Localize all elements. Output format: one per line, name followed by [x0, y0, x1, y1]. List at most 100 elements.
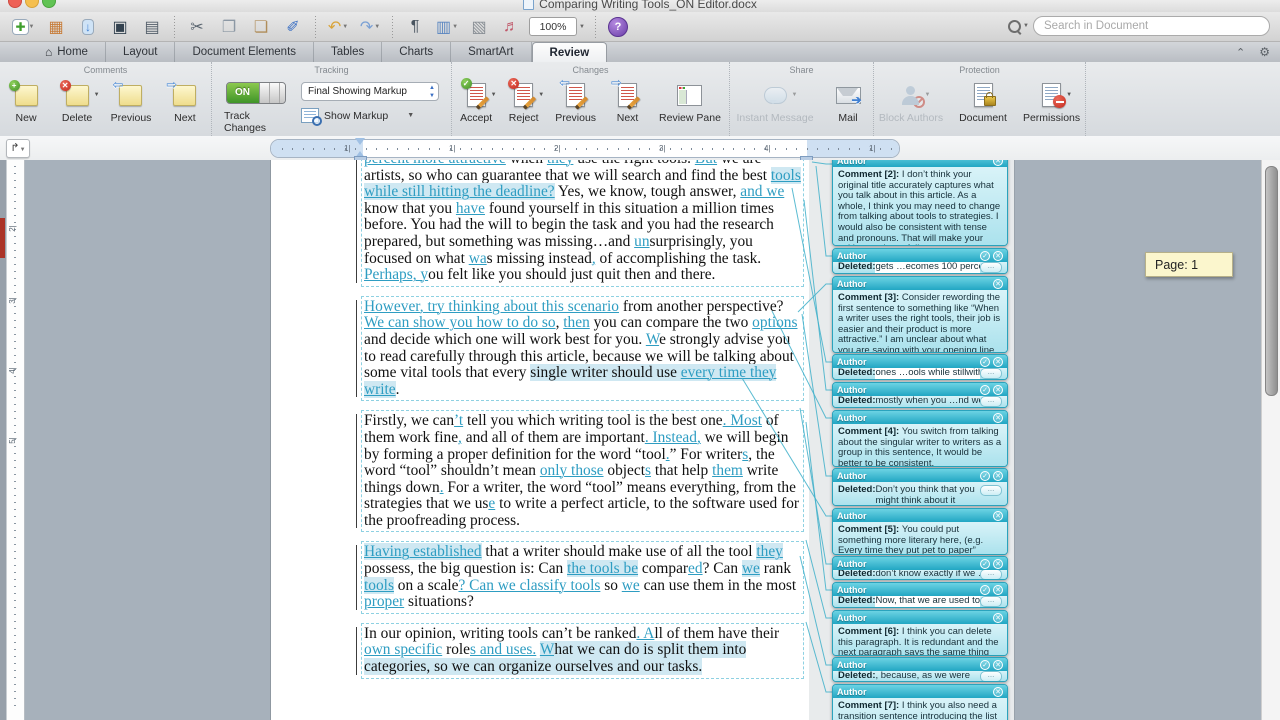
dropdown-arrow-icon[interactable]: ▼ [452, 24, 458, 30]
more-button[interactable]: … [980, 570, 1002, 579]
open-button[interactable]: ↓ [73, 15, 103, 39]
format-painter-button[interactable]: ✐ [278, 15, 308, 39]
envelope-button[interactable]: ▧ [464, 15, 494, 39]
paragraph-5[interactable]: In our opinion, writing tools can’t be r… [356, 622, 804, 679]
paste-button[interactable]: ❏ [246, 15, 276, 39]
show-markup-button[interactable]: Show Markup ▼ [301, 108, 439, 126]
dropdown-arrow-icon[interactable]: ▼ [491, 92, 497, 98]
media-browser-button[interactable]: ♬ [496, 15, 526, 39]
permissions-button[interactable]: ▼ Permissions [1023, 78, 1080, 136]
gallery-button[interactable]: ▦ [41, 15, 71, 39]
search-icon[interactable] [1008, 19, 1022, 33]
tab-smartart[interactable]: SmartArt [451, 42, 532, 62]
redo-button[interactable]: ↷ ▼ [355, 15, 385, 39]
new-button[interactable]: + New [8, 78, 44, 136]
reject-change-button[interactable]: ✕ [993, 659, 1003, 670]
paragraph-3[interactable]: Firstly, we can’t tell you which writing… [356, 410, 804, 533]
reject-change-button[interactable]: ✕ [993, 558, 1003, 569]
accept-change-button[interactable]: ✓ [980, 659, 990, 670]
tab-layout[interactable]: Layout [106, 42, 176, 62]
more-button[interactable]: … [980, 368, 1002, 379]
delete-comment-button[interactable]: ✕ [993, 160, 1003, 166]
track-changes-toggle[interactable]: ON [225, 82, 286, 104]
undo-button[interactable]: ↶ ▼ [323, 15, 353, 39]
next-button[interactable]: ⇨ Next [166, 77, 202, 136]
delete-comment-button[interactable]: ✕ [993, 686, 1003, 697]
vertical-ruler[interactable]: 2| 3| 4| 5| [6, 160, 25, 720]
tab-stop-selector[interactable]: ↱▼ [6, 139, 30, 158]
markup-mode-select[interactable]: Final Showing Markup ▲ ▼ [301, 82, 439, 101]
tab-tables[interactable]: Tables [314, 42, 383, 62]
deleted-change-balloon[interactable]: Author ✓ ✕ Deleted: don’t know exactly if w… [832, 556, 1008, 580]
save-button[interactable]: ▣ [105, 15, 135, 39]
instant-message-button[interactable]: ▼ Instant Message [736, 78, 814, 136]
tab-charts[interactable]: Charts [382, 42, 452, 62]
more-button[interactable]: … [980, 485, 1002, 496]
paragraph-1[interactable]: percent more attractive when they use th… [356, 160, 804, 287]
help-button[interactable]: ? [607, 16, 628, 37]
deleted-change-balloon[interactable]: Author ✓ ✕ Deleted: , because, as we were… [832, 657, 1008, 682]
copy-button[interactable]: ❐ [214, 15, 244, 39]
document-button[interactable]: Document [959, 78, 1007, 136]
stepper-arrows-icon[interactable]: ▲ ▼ [429, 84, 435, 100]
reject-change-button[interactable]: ✕ [993, 470, 1003, 481]
review-pane-button[interactable]: Review Pane [659, 78, 721, 136]
accept-change-button[interactable]: ✓ [980, 470, 990, 481]
comment-balloon[interactable]: Author ✕ Comment [6]: I think you can dele… [832, 610, 1008, 656]
reject-button[interactable]: ✕ ▼ Reject [508, 78, 544, 136]
reject-change-button[interactable]: ✕ [993, 356, 1003, 367]
accept-change-button[interactable]: ✓ [980, 384, 990, 395]
comment-balloon[interactable]: Author ✕ Comment [3]: Consider rewording t… [832, 276, 1008, 353]
tab-home[interactable]: ⌂ Home [28, 42, 106, 62]
print-button[interactable]: ▤ [137, 15, 167, 39]
next-button[interactable]: ⇨ Next [611, 75, 643, 136]
deleted-change-balloon[interactable]: Author✓✕Deleted: mostly when you …nd we … [832, 382, 1008, 408]
tab-review[interactable]: Review [531, 42, 608, 62]
dropdown-arrow-icon[interactable]: ▼ [538, 92, 544, 98]
more-button[interactable]: … [980, 262, 1002, 273]
show-invisibles-button[interactable]: ¶ [400, 15, 430, 39]
comment-balloon[interactable]: Author ✕ Comment [5]: You could put someth… [832, 508, 1008, 555]
tab-document-elements[interactable]: Document Elements [175, 42, 315, 62]
deleted-change-balloon[interactable]: Author ✓ ✕ Deleted: Don’t you think that yo… [832, 468, 1008, 506]
deleted-change-balloon[interactable]: Author ✓ ✕ Deleted: Now, that we are used t… [832, 582, 1008, 608]
previous-button[interactable]: ⇦ Previous [111, 77, 152, 136]
scrollbar-thumb[interactable] [1265, 166, 1278, 396]
search-input[interactable] [1033, 16, 1270, 36]
previous-button[interactable]: ⇦ Previous [555, 75, 596, 136]
dropdown-arrow-icon[interactable]: ▼ [374, 24, 380, 30]
dropdown-arrow-icon[interactable]: ▼ [1066, 92, 1072, 98]
more-button[interactable]: … [980, 671, 1002, 681]
paragraph-4[interactable]: Having established that a writer should … [356, 541, 804, 614]
search-options-arrow[interactable]: ▼ [1023, 23, 1029, 29]
more-button[interactable]: … [980, 396, 1002, 407]
dropdown-arrow-icon[interactable]: ▼ [342, 24, 348, 30]
new-document-button[interactable]: ✚ ▼ [9, 15, 39, 39]
block-authors-button[interactable]: ▼ Block Authors [879, 78, 943, 136]
toggle-knob[interactable] [258, 83, 285, 103]
delete-comment-button[interactable]: ✕ [993, 612, 1003, 623]
show-markup-dropdown-arrow[interactable]: ▼ [407, 112, 414, 119]
comment-balloon[interactable]: Author ✕ Comment [4]: You switch from talk… [832, 410, 1008, 467]
accept-button[interactable]: ✓ ▼ Accept [460, 78, 497, 136]
accept-change-button[interactable]: ✓ [980, 558, 990, 569]
reject-change-button[interactable]: ✕ [993, 250, 1003, 261]
zoom-level-select[interactable]: 100% [529, 17, 577, 36]
paragraph-2[interactable]: However, try thinking about this scenari… [356, 295, 804, 402]
reject-change-button[interactable]: ✕ [993, 584, 1003, 595]
comment-balloon[interactable]: Author ✕ Comment [7]: I think you also nee… [832, 684, 1008, 720]
delete-comment-button[interactable]: ✕ [993, 510, 1003, 521]
mail-button[interactable]: ➔ Mail [830, 78, 867, 136]
more-button[interactable]: … [980, 596, 1002, 607]
delete-button[interactable]: ✕ ▼ Delete [59, 78, 100, 136]
document-page[interactable]: percent more attractive when they use th… [270, 160, 810, 720]
comment-balloon[interactable]: Author ✕ Comment [2]: I don’t think your o… [832, 160, 1008, 246]
collapse-ribbon-icon[interactable]: ⌃ [1236, 46, 1245, 59]
accept-change-button[interactable]: ✓ [980, 584, 990, 595]
reject-change-button[interactable]: ✕ [993, 384, 1003, 395]
dropdown-arrow-icon[interactable]: ▼ [925, 92, 931, 98]
ribbon-settings-gear-icon[interactable]: ⚙ [1259, 45, 1270, 59]
dropdown-arrow-icon[interactable]: ▼ [792, 92, 798, 98]
dropdown-arrow-icon[interactable]: ▼ [29, 24, 35, 30]
accept-change-button[interactable]: ✓ [980, 356, 990, 367]
